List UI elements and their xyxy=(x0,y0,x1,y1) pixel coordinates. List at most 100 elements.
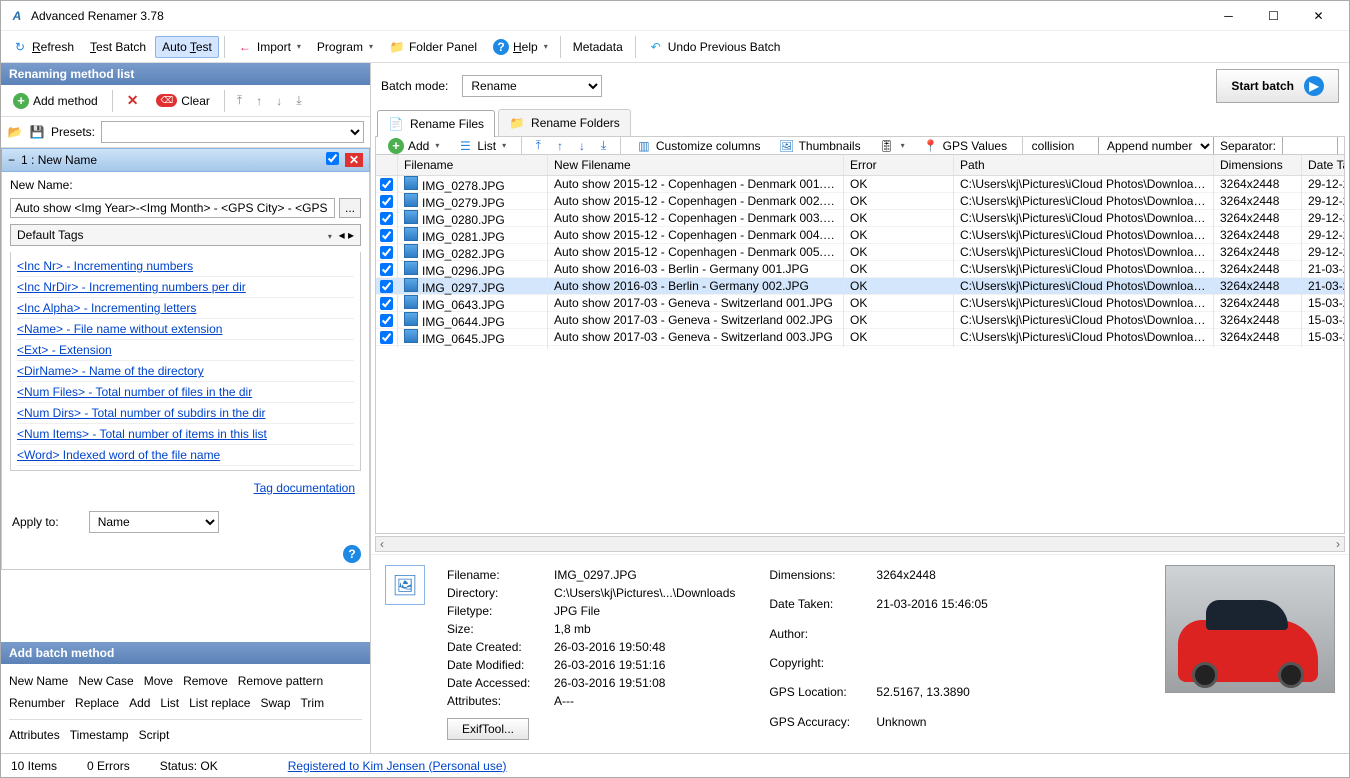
row-checkbox[interactable] xyxy=(380,297,393,310)
details-col-2: Dimensions:3264x2448 Date Taken:21-03-20… xyxy=(767,565,999,743)
batch-method-remove-pattern[interactable]: Remove pattern xyxy=(238,674,323,688)
save-preset-icon[interactable]: 💾 xyxy=(29,124,45,140)
tag-link[interactable]: <Ext> - Extension xyxy=(17,340,354,361)
row-checkbox[interactable] xyxy=(380,229,393,242)
method-title-bar[interactable]: − 1 : New Name ✕ xyxy=(1,148,370,172)
close-button[interactable]: ✕ xyxy=(1296,2,1341,30)
play-icon: ▶ xyxy=(1304,76,1324,96)
tag-link[interactable]: <Inc Alpha> - Incrementing letters xyxy=(17,298,354,319)
separator-input[interactable] xyxy=(1282,136,1338,154)
thumbnail-preview xyxy=(1165,565,1335,693)
row-checkbox[interactable] xyxy=(380,314,393,327)
gps-values-button[interactable]: 📍GPS Values xyxy=(917,136,1013,154)
method-help-icon[interactable]: ? xyxy=(343,545,361,563)
move-top-button[interactable]: ⤒ xyxy=(531,136,546,154)
metadata-button[interactable]: Metadata xyxy=(566,36,630,58)
move-up-button[interactable]: ↑ xyxy=(552,137,568,155)
batch-method-script[interactable]: Script xyxy=(139,728,170,742)
refresh-button[interactable]: ↻Refresh xyxy=(5,35,81,59)
customize-columns-button[interactable]: ▥Customize columns xyxy=(630,136,767,154)
auto-test-button[interactable]: Auto Test xyxy=(155,36,219,58)
tab-rename-folders[interactable]: 📁Rename Folders xyxy=(498,109,631,136)
program-button[interactable]: Program▾ xyxy=(310,36,380,58)
row-checkbox[interactable] xyxy=(380,331,393,344)
plus-icon: + xyxy=(13,93,29,109)
tag-link[interactable]: <Num Dirs> - Total number of subdirs in … xyxy=(17,403,354,424)
start-batch-button[interactable]: Start batch▶ xyxy=(1216,69,1339,103)
file-toolbar: +Add▾ ☰List▾ ⤒ ↑ ↓ ⤓ ▥Customize columns … xyxy=(375,136,1345,154)
tag-link[interactable]: <Name> - File name without extension xyxy=(17,319,354,340)
status-bar: 10 Items 0 Errors Status: OK Registered … xyxy=(1,753,1349,777)
move-down-button[interactable]: ↓ xyxy=(574,137,590,155)
method-enabled-checkbox[interactable] xyxy=(326,152,339,165)
presets-select[interactable] xyxy=(101,121,364,143)
remove-method-icon[interactable]: ✕ xyxy=(345,153,363,167)
move-down-button[interactable]: ↓ xyxy=(271,92,287,110)
move-bottom-button[interactable]: ⤓ xyxy=(596,136,611,154)
batch-method-remove[interactable]: Remove xyxy=(183,674,228,688)
undo-batch-button[interactable]: ↶Undo Previous Batch xyxy=(641,35,788,59)
open-preset-icon[interactable]: 📂 xyxy=(7,124,23,140)
row-checkbox[interactable] xyxy=(380,280,393,293)
tag-link[interactable]: <DirName> - Name of the directory xyxy=(17,361,354,382)
batch-method-attributes[interactable]: Attributes xyxy=(9,728,60,742)
delete-method-button[interactable]: ✕ xyxy=(120,88,146,113)
row-checkbox[interactable] xyxy=(380,212,393,225)
file-icon xyxy=(404,278,418,292)
batch-method-new-name[interactable]: New Name xyxy=(9,674,68,688)
refresh-icon: ↻ xyxy=(12,39,28,55)
row-checkbox[interactable] xyxy=(380,246,393,259)
maximize-button[interactable]: ☐ xyxy=(1251,2,1296,30)
tag-documentation-link[interactable]: Tag documentation xyxy=(254,481,355,495)
row-checkbox[interactable] xyxy=(380,195,393,208)
collision-label: Name collision rule: xyxy=(1032,136,1092,154)
clear-icon: ⌫ xyxy=(156,94,177,107)
batch-mode-select[interactable]: Rename xyxy=(462,75,602,97)
batch-method-renumber[interactable]: Renumber xyxy=(9,696,65,710)
help-button[interactable]: ?Help▾ xyxy=(486,35,555,59)
add-files-button[interactable]: +Add▾ xyxy=(382,136,445,154)
batch-method-swap[interactable]: Swap xyxy=(260,696,290,710)
default-tags-dropdown[interactable]: Default Tags ▾ ◂ ▸ xyxy=(10,224,361,246)
batch-method-timestamp[interactable]: Timestamp xyxy=(70,728,129,742)
test-batch-button[interactable]: Test Batch xyxy=(83,36,153,58)
tag-link[interactable]: <Num Files> - Total number of files in t… xyxy=(17,382,354,403)
move-top-button[interactable]: ⤒ xyxy=(232,91,247,110)
batch-method-replace[interactable]: Replace xyxy=(75,696,119,710)
import-button[interactable]: ←Import▾ xyxy=(230,35,308,59)
registration-link[interactable]: Registered to Kim Jensen (Personal use) xyxy=(288,759,507,773)
row-checkbox[interactable] xyxy=(380,178,393,191)
batch-method-list[interactable]: List xyxy=(160,696,179,710)
file-icon: 📄 xyxy=(388,116,404,132)
tag-link[interactable]: <Word> Indexed word of the file name xyxy=(17,445,354,466)
table-row[interactable]: IMG_0645.JPG Auto show 2017-03 - Geneva … xyxy=(376,329,1344,346)
tag-link[interactable]: <Num Items> - Total number of items in t… xyxy=(17,424,354,445)
exiftool-button[interactable]: ExifTool... xyxy=(447,718,529,740)
list-button[interactable]: ☰List▾ xyxy=(451,136,512,154)
batch-method-list-replace[interactable]: List replace xyxy=(189,696,250,710)
move-up-button[interactable]: ↑ xyxy=(251,92,267,110)
tags-picker-button[interactable]: ... xyxy=(339,198,361,218)
display-options-button[interactable]: 🎚▾ xyxy=(873,136,911,154)
batch-method-move[interactable]: Move xyxy=(144,674,173,688)
new-name-input[interactable] xyxy=(10,198,335,218)
add-method-button[interactable]: +Add method xyxy=(6,89,105,113)
minimize-button[interactable]: ─ xyxy=(1206,2,1251,30)
thumbnails-button[interactable]: 🖼Thumbnails xyxy=(773,136,867,154)
tag-link[interactable]: <Inc Nr> - Incrementing numbers xyxy=(17,256,354,277)
clear-methods-button[interactable]: ⌫Clear xyxy=(149,90,216,112)
tag-link[interactable]: <Inc NrDir> - Incrementing numbers per d… xyxy=(17,277,354,298)
grid-header[interactable]: Filename New Filename Error Path Dimensi… xyxy=(376,155,1344,176)
apply-to-select[interactable]: Name xyxy=(89,511,219,533)
batch-method-add[interactable]: Add xyxy=(129,696,150,710)
file-icon xyxy=(404,261,418,275)
plus-icon: + xyxy=(388,138,404,154)
horizontal-scrollbar[interactable]: ‹› xyxy=(375,536,1345,552)
row-checkbox[interactable] xyxy=(380,263,393,276)
tab-rename-files[interactable]: 📄Rename Files xyxy=(377,110,495,137)
batch-method-trim[interactable]: Trim xyxy=(301,696,325,710)
move-bottom-button[interactable]: ⤓ xyxy=(291,91,306,110)
collision-rule-select[interactable]: Append number xyxy=(1098,136,1214,154)
batch-method-new-case[interactable]: New Case xyxy=(78,674,133,688)
folder-panel-button[interactable]: 📁Folder Panel xyxy=(382,35,484,59)
